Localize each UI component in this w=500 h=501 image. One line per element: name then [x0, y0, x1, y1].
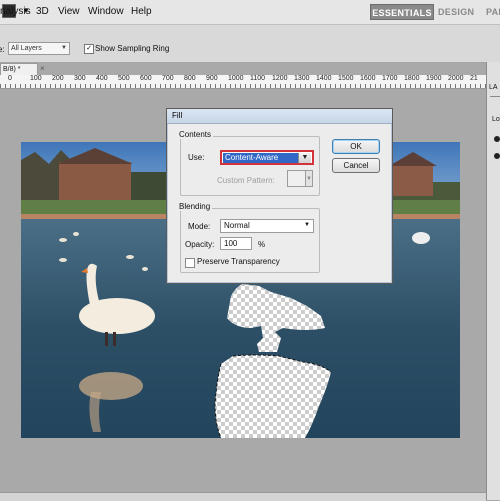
ruler-tick-label: 400: [96, 75, 108, 82]
document-tab[interactable]: B/8) *: [0, 63, 38, 75]
options-bar: e: All Layers ▼ ✓ Show Sampling Ring: [0, 25, 500, 63]
chevron-down-icon: ▼: [304, 222, 310, 228]
custom-pattern-swatch: [287, 170, 306, 187]
use-label: Use:: [188, 153, 205, 162]
cancel-button[interactable]: Cancel: [332, 158, 380, 173]
ruler-tick-label: 300: [74, 75, 86, 82]
menu-analysis[interactable]: nalysis: [0, 6, 31, 17]
layers-panel-tab[interactable]: LA: [489, 84, 498, 91]
ruler-tick-label: 900: [206, 75, 218, 82]
use-select-value: Content-Aware: [223, 153, 300, 163]
ruler-tick-label: 500: [118, 75, 130, 82]
blending-legend: Blending: [177, 202, 213, 211]
menu-help[interactable]: Help: [131, 6, 152, 17]
horizontal-ruler: 0 100 200 300 400 500 600 700 800 900 1000 1100 1200…: [0, 75, 486, 89]
ruler-tick-label: 200: [52, 75, 64, 82]
ruler-tick-label: 100: [30, 75, 42, 82]
menu-window[interactable]: Window: [88, 6, 124, 17]
lock-label: Lo: [492, 116, 500, 123]
preserve-transparency-label: Preserve Transparency: [197, 257, 280, 266]
menu-bar: ▼ nalysis 3D View Window Help ESSENTIALS…: [0, 0, 500, 25]
preserve-transparency-checkbox[interactable]: [185, 258, 195, 268]
ruler-tick-label: 1000: [228, 75, 244, 82]
dialog-title: Fill: [172, 111, 183, 120]
ruler-tick-label: 1300: [294, 75, 310, 82]
sample-select-value: All Layers: [11, 45, 42, 52]
contents-group: [180, 136, 320, 196]
eye-icon[interactable]: [494, 153, 500, 159]
menu-3d[interactable]: 3D: [36, 6, 49, 17]
opacity-input[interactable]: 100: [220, 237, 252, 250]
layers-panel: [486, 62, 500, 500]
ok-button[interactable]: OK: [332, 139, 380, 154]
sample-label: e:: [0, 45, 5, 54]
custom-pattern-label: Custom Pattern:: [217, 176, 275, 185]
ruler-tick-label: 700: [162, 75, 174, 82]
mode-select[interactable]: Normal ▼: [220, 219, 314, 233]
fill-dialog: Fill Contents Use: Content-Aware ▼ Custo…: [166, 108, 393, 284]
chevron-down-icon[interactable]: ▼: [298, 153, 311, 163]
close-icon[interactable]: ×: [40, 64, 45, 73]
ruler-tick-label: 21: [470, 75, 478, 82]
use-select[interactable]: Content-Aware ▼: [220, 150, 314, 165]
dialog-titlebar[interactable]: Fill: [167, 109, 392, 124]
mode-label: Mode:: [188, 222, 211, 231]
show-sampling-ring-checkbox[interactable]: ✓: [84, 44, 94, 54]
chevron-down-icon: ▼: [61, 45, 67, 51]
ruler-tick-label: 1400: [316, 75, 332, 82]
workspace-painting-button[interactable]: PAI: [486, 4, 500, 20]
show-sampling-ring-label: Show Sampling Ring: [95, 44, 170, 53]
ruler-tick-label: 0: [8, 75, 12, 82]
opacity-unit: %: [258, 240, 266, 249]
ruler-tick-label: 1500: [338, 75, 354, 82]
eye-icon[interactable]: [494, 136, 500, 142]
panel-divider: [490, 96, 500, 97]
contents-legend: Contents: [177, 130, 214, 139]
ruler-tick-label: 1800: [404, 75, 420, 82]
ruler-tick-label: 1700: [382, 75, 398, 82]
mode-select-value: Normal: [224, 221, 250, 230]
sample-select[interactable]: All Layers ▼: [8, 42, 70, 55]
workspace-essentials-button[interactable]: ESSENTIALS: [370, 4, 434, 20]
ruler-tick-label: 1600: [360, 75, 376, 82]
workspace-design-button[interactable]: DESIGN: [438, 4, 474, 20]
ruler-tick-label: 800: [184, 75, 196, 82]
ruler-tick-label: 600: [140, 75, 152, 82]
ruler-tick-label: 1100: [250, 75, 266, 82]
chevron-down-icon: ▼: [306, 170, 313, 187]
ruler-tick-label: 1900: [426, 75, 442, 82]
opacity-label: Opacity:: [185, 240, 215, 249]
ruler-tick-label: 2000: [448, 75, 464, 82]
ruler-tick-label: 1200: [272, 75, 288, 82]
menu-view[interactable]: View: [58, 6, 80, 17]
